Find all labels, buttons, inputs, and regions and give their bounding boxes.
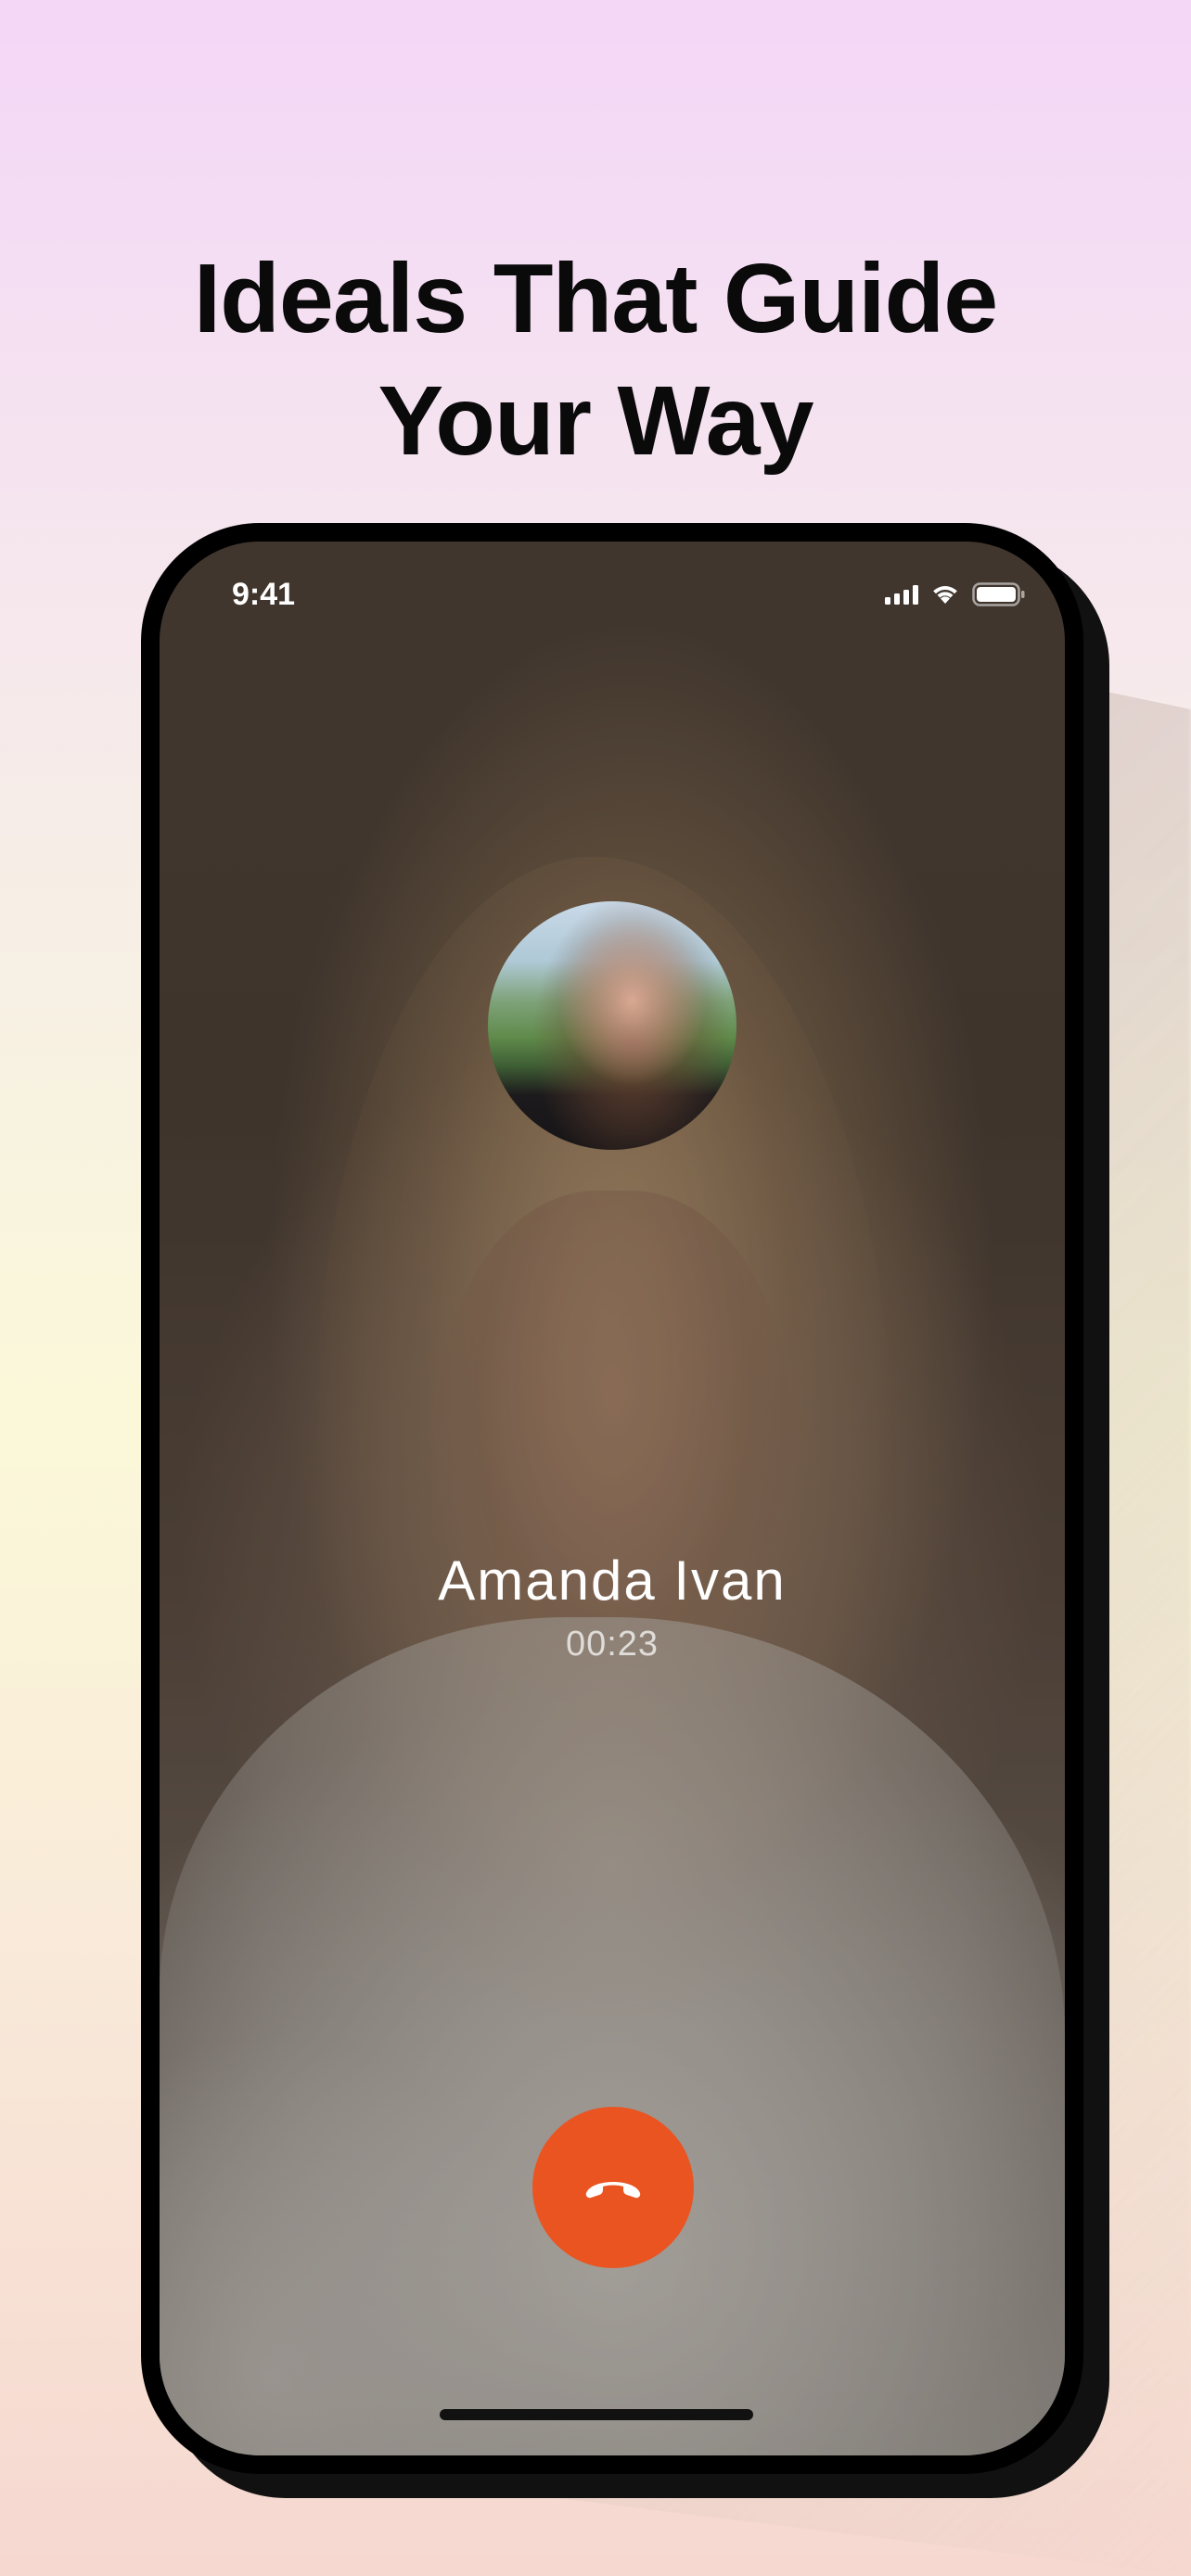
signal-icon — [885, 584, 918, 605]
status-icons — [885, 580, 1026, 608]
call-duration: 00:23 — [565, 1625, 660, 1664]
home-indicator[interactable] — [440, 2409, 753, 2420]
status-time: 9:41 — [232, 577, 296, 612]
caller-avatar — [488, 901, 736, 1150]
headline-line-1: Ideals That Guide — [193, 244, 999, 354]
video-call-screen: 9:41 Amanda Ivan 00:23 — [160, 542, 1065, 2455]
phone-hangup-icon — [585, 2182, 641, 2199]
status-bar: 9:41 — [160, 542, 1065, 634]
caller-name: Amanda Ivan — [438, 1549, 787, 1612]
headline-line-2: Your Way — [378, 366, 813, 477]
wifi-icon — [933, 586, 957, 604]
promo-headline: Ideals That Guide Your Way — [0, 237, 1191, 482]
end-call-button[interactable] — [532, 2107, 694, 2268]
battery-icon — [972, 582, 1025, 606]
phone-mockup: 9:41 Amanda Ivan 00:23 — [141, 523, 1083, 2474]
